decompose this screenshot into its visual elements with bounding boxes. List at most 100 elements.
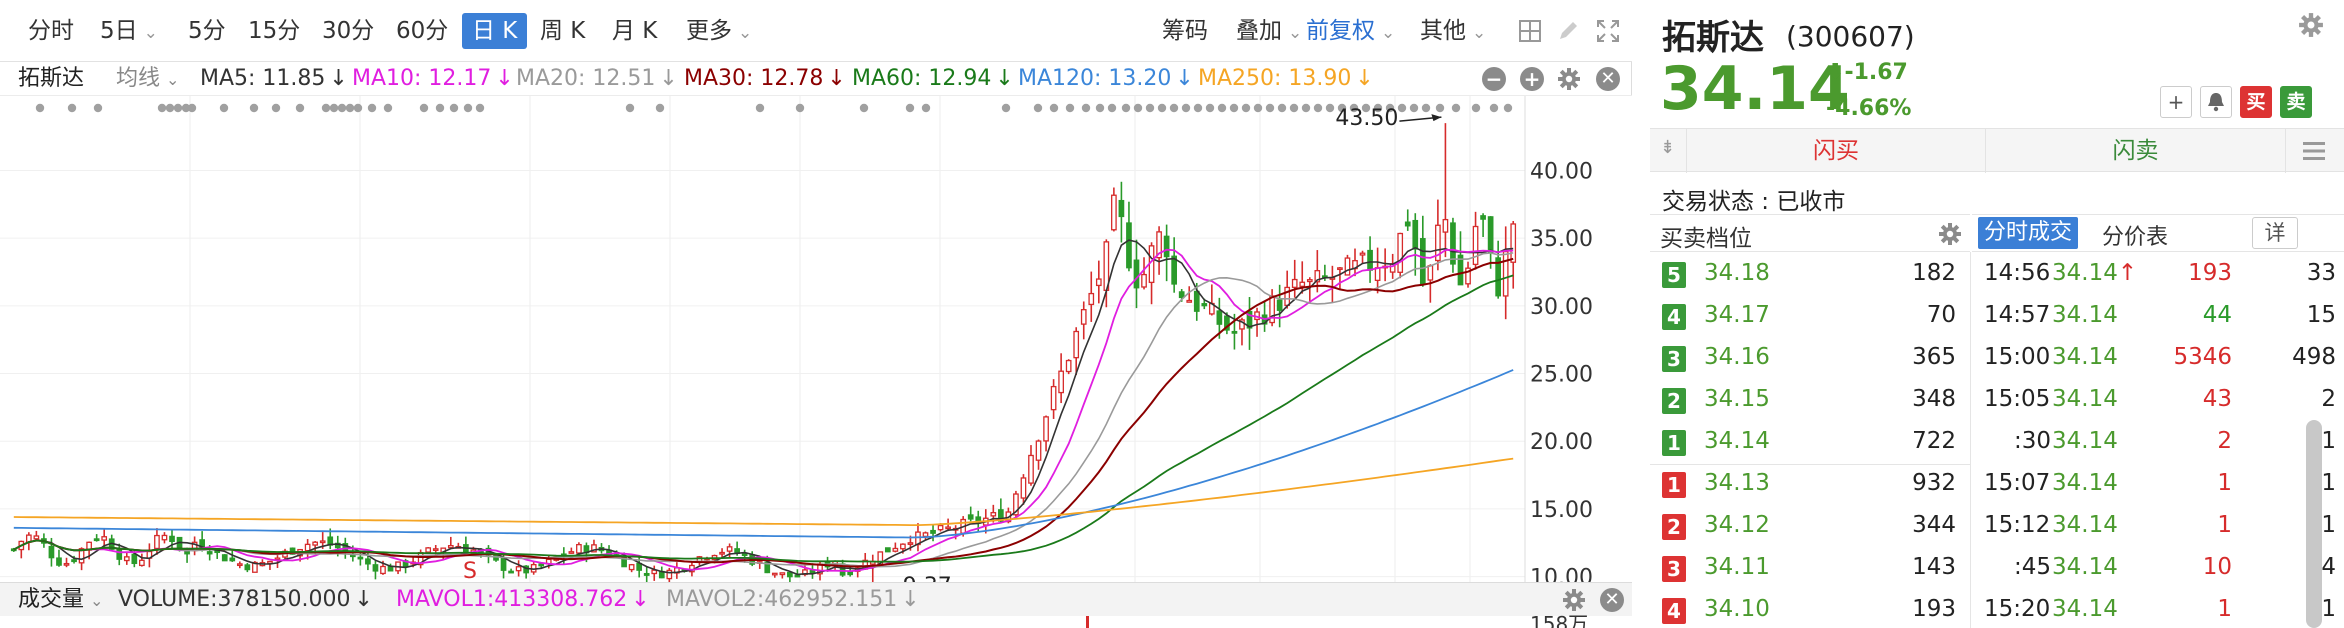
- bid-row: 4 34.10 193: [1650, 590, 1970, 628]
- period-tab-4[interactable]: 30分: [322, 13, 374, 49]
- flash-buy-button[interactable]: 闪买: [1686, 129, 1986, 173]
- gear-icon[interactable]: [1938, 222, 1962, 246]
- event-dot: [755, 103, 765, 113]
- candle-body: [123, 556, 130, 562]
- period-tab-3[interactable]: 15分: [248, 13, 300, 49]
- period-tab-6[interactable]: 日 K: [462, 13, 528, 49]
- tab-price-table[interactable]: 分价表: [2102, 219, 2168, 251]
- overlay-menu[interactable]: 叠加 ⌄: [1236, 13, 1302, 49]
- trade-volume: 10: [2202, 554, 2232, 580]
- event-dot: [1489, 103, 1499, 113]
- candle-body: [1231, 330, 1238, 334]
- detail-button[interactable]: 详: [2252, 217, 2298, 249]
- ask-volume: 182: [1912, 260, 1956, 286]
- down-arrow-icon: ⬇: [1826, 60, 1845, 85]
- period-tab-1[interactable]: 5日 ⌄: [100, 13, 158, 49]
- candle-body: [719, 551, 725, 555]
- line-type-select[interactable]: 均线 ⌄: [116, 62, 179, 96]
- bid-row: 1 34.13 932: [1650, 464, 1970, 506]
- candle-body: [930, 529, 936, 534]
- trade-row: :45 34.14 10 4: [1972, 548, 2344, 590]
- grid-icon[interactable]: [1518, 19, 1542, 43]
- menu-icon[interactable]: [2302, 140, 2326, 162]
- ma-legend-3: MA30: 12.78 ↓: [684, 62, 846, 96]
- period-tab-8[interactable]: 月 K: [612, 13, 657, 49]
- close-circle-icon[interactable]: ✕: [1600, 588, 1624, 612]
- ask-level-badge: 4: [1662, 304, 1686, 330]
- bid-volume: 344: [1912, 512, 1956, 538]
- candle-body: [33, 535, 40, 540]
- pen-icon[interactable]: [1556, 19, 1580, 43]
- bid-row: 3 34.11 143: [1650, 548, 1970, 590]
- candle-body: [1404, 221, 1411, 227]
- candle-body: [221, 554, 228, 562]
- plus-circle-icon[interactable]: +: [1520, 67, 1544, 91]
- period-tab-label: 更多: [686, 18, 732, 44]
- event-dot: [1435, 103, 1445, 113]
- ask-level-badge: 3: [1662, 346, 1686, 372]
- candle-body: [101, 536, 108, 541]
- trade-count: 1: [2321, 428, 2336, 454]
- trade-price: 34.14: [2052, 470, 2118, 496]
- candle-body: [447, 545, 454, 549]
- candle-body: [244, 564, 251, 571]
- ma-legend-arrow: ↓: [329, 66, 348, 91]
- buy-button[interactable]: 买: [2240, 86, 2272, 118]
- minus-circle-icon[interactable]: −: [1482, 67, 1506, 91]
- close-circle-icon[interactable]: ✕: [1596, 67, 1620, 91]
- period-toolbar: 分时 5日 ⌄ 5分 15分 30分 60分日 K周 K月 K 更多 ⌄ 筹码 叠加 ⌄ 前复权 ⌄ 其他 ⌄: [0, 0, 1632, 62]
- last-price: 34.14: [1660, 54, 1850, 124]
- add-watch-button[interactable]: +: [2160, 86, 2192, 118]
- fullscreen-icon[interactable]: [1596, 19, 1620, 43]
- period-tab-9[interactable]: 更多 ⌄: [686, 13, 752, 49]
- candle-body: [236, 563, 243, 567]
- alert-button[interactable]: [2200, 86, 2232, 118]
- trade-count: 15: [2306, 302, 2336, 328]
- event-dot: [1065, 103, 1075, 113]
- period-tab-2[interactable]: 5分: [188, 13, 226, 49]
- ma-legend-bar: 拓斯达 均线 ⌄ MA5: 11.85 ↓ MA10: 12.17 ↓ MA20: 12.…: [0, 62, 1632, 96]
- chips-button[interactable]: 筹码: [1162, 13, 1208, 49]
- candle-body: [1095, 278, 1102, 287]
- sell-button[interactable]: 卖: [2280, 86, 2312, 118]
- scrollbar[interactable]: [2306, 420, 2322, 628]
- event-dot: [921, 103, 931, 113]
- ask-row: 1 34.14 722: [1650, 422, 1970, 464]
- tab-tick-trades[interactable]: 分时成交: [1978, 217, 2079, 249]
- period-tab-5[interactable]: 60分: [396, 13, 448, 49]
- y-tick-label: 30.00: [1530, 295, 1593, 320]
- adjust-menu[interactable]: 前复权 ⌄: [1306, 13, 1395, 49]
- trade-volume: 1: [2217, 596, 2232, 622]
- event-dot: [1133, 103, 1143, 113]
- period-tab-label: 30分: [322, 18, 375, 44]
- event-dot: [1107, 103, 1117, 113]
- candle-body: [892, 547, 899, 552]
- candle-body: [1284, 286, 1291, 307]
- other-menu[interactable]: 其他 ⌄: [1420, 13, 1486, 49]
- period-tab-7[interactable]: 周 K: [540, 13, 585, 49]
- chevron-down-icon: ⌄: [1472, 23, 1487, 43]
- ma-legend-arrow: ↓: [827, 66, 846, 91]
- period-tab-0[interactable]: 分时: [28, 13, 74, 49]
- gear-icon[interactable]: [2298, 12, 2324, 38]
- candle-body: [1058, 370, 1064, 394]
- event-dot: [655, 103, 665, 113]
- chevron-down-icon: ⌄: [1288, 23, 1303, 43]
- event-dot: [345, 103, 355, 113]
- candle-body: [206, 551, 213, 555]
- candle-body: [945, 526, 951, 530]
- candle-body: [1450, 222, 1456, 265]
- candle-body: [1186, 299, 1193, 303]
- bid-price: 34.12: [1704, 512, 1770, 538]
- event-dot: [353, 103, 363, 113]
- candle-body: [538, 563, 545, 567]
- event-dot: [1289, 103, 1299, 113]
- candle-body: [636, 562, 643, 571]
- period-tab-label: 周 K: [540, 18, 586, 44]
- gear-icon[interactable]: [1557, 67, 1581, 91]
- collapse-icon[interactable]: ⇟: [1660, 137, 1675, 158]
- flash-sell-button[interactable]: 闪卖: [1986, 129, 2286, 173]
- volume-select[interactable]: 成交量 ⌄: [18, 583, 103, 617]
- candle-body: [1510, 223, 1517, 263]
- event-dot: [1145, 103, 1155, 113]
